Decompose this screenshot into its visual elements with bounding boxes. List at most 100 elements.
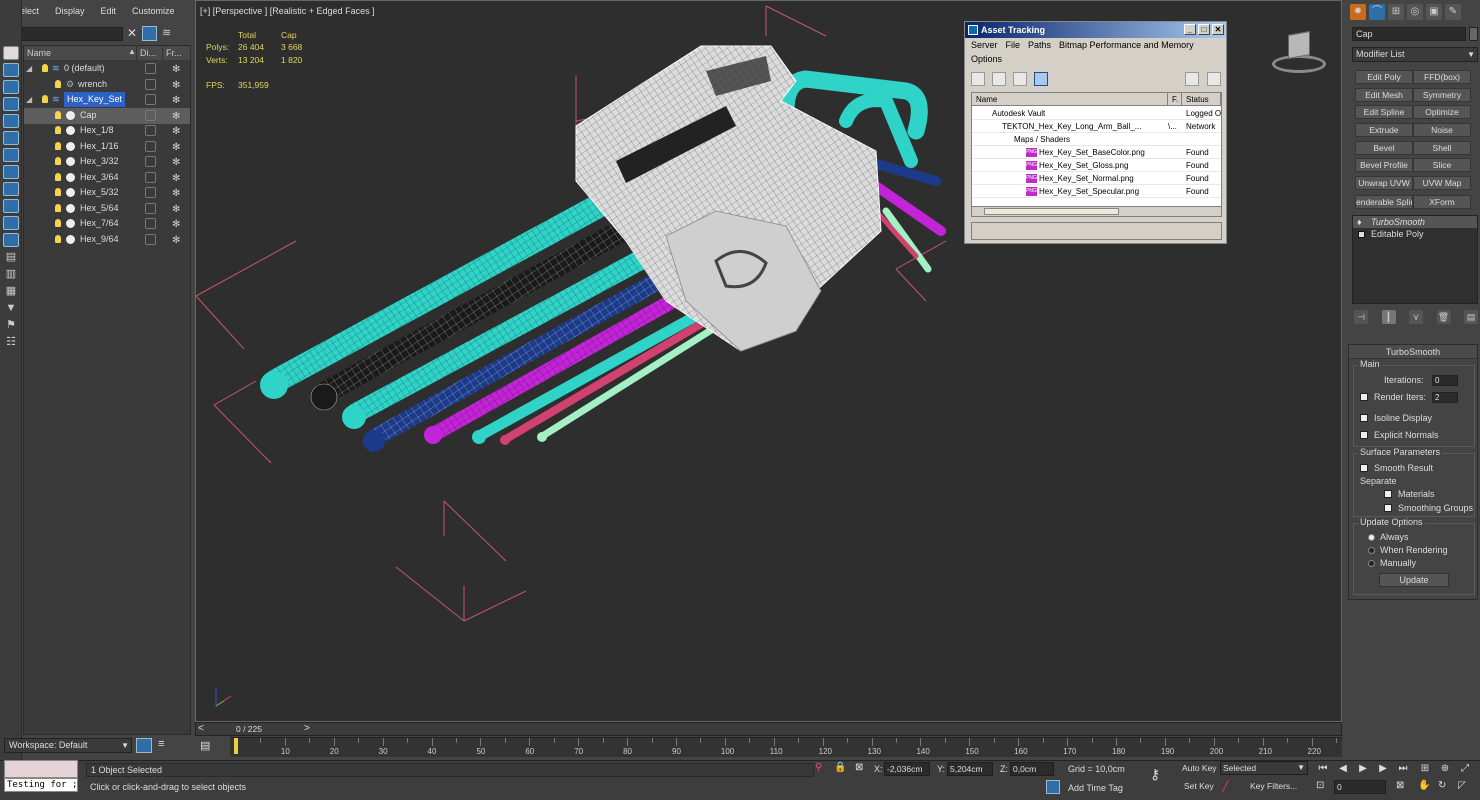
shell-button[interactable]: Shell xyxy=(1413,141,1471,155)
display-all-icon[interactable]: ▤ xyxy=(3,250,19,264)
stack-item-turbosmooth[interactable]: ♦ TurboSmooth xyxy=(1353,216,1477,228)
display-box-icon[interactable] xyxy=(145,141,156,152)
tree-row-layer-default[interactable]: ◢ ≋ 0 (default) ✻ xyxy=(24,61,190,77)
light-bulb-icon[interactable] xyxy=(55,111,61,119)
unwrap-uvw-button[interactable]: Unwrap UVW xyxy=(1355,176,1413,190)
time-config-icon[interactable]: ⊡ xyxy=(1316,780,1330,794)
menu-customize[interactable]: Customize xyxy=(132,6,175,22)
layer-explorer-icon[interactable] xyxy=(136,738,152,753)
menu-options[interactable]: Options xyxy=(971,52,1002,66)
key-icon[interactable]: ⚷ xyxy=(1150,766,1172,786)
display-box-icon[interactable] xyxy=(145,187,156,198)
always-radio[interactable] xyxy=(1368,534,1375,541)
explorer-search-input[interactable] xyxy=(7,27,123,41)
display-none-icon[interactable] xyxy=(3,46,19,60)
previous-frame-icon[interactable]: ◀ xyxy=(1336,762,1350,776)
tree-row-hex-1-16[interactable]: Hex_1/16 ✻ xyxy=(24,139,190,155)
explicit-normals-checkbox[interactable] xyxy=(1360,431,1368,439)
pin-icon[interactable]: ⚲ xyxy=(815,762,827,776)
display-frozen-icon[interactable] xyxy=(3,233,19,247)
key-mode-toggle-icon[interactable]: ⊞ xyxy=(1418,762,1432,776)
display-cameras-icon[interactable] xyxy=(3,114,19,128)
light-bulb-icon[interactable] xyxy=(55,204,61,212)
close-button[interactable]: ✕ xyxy=(1212,24,1224,35)
transform-type-in-icon[interactable]: ⊠ xyxy=(855,762,867,776)
maxscript-mini-listener[interactable]: Testing for ; xyxy=(4,778,78,792)
light-bulb-icon[interactable] xyxy=(42,95,48,103)
display-box-icon[interactable] xyxy=(145,110,156,121)
display-box-icon[interactable] xyxy=(145,125,156,136)
time-tag-icon[interactable] xyxy=(1046,780,1060,794)
minimize-button[interactable]: _ xyxy=(1184,24,1196,35)
create-tab-icon[interactable]: ✹ xyxy=(1350,4,1366,20)
light-bulb-icon[interactable] xyxy=(55,219,61,227)
hierarchy-icon[interactable]: ☷ xyxy=(3,335,19,349)
display-box-icon[interactable] xyxy=(145,156,156,167)
menu-edit[interactable]: Edit xyxy=(101,6,117,22)
object-name-field[interactable]: Cap xyxy=(1352,27,1466,41)
z-coordinate-field[interactable]: 0,0cm xyxy=(1010,762,1054,776)
light-bulb-icon[interactable] xyxy=(55,142,61,150)
tree-row-hex-7-64[interactable]: Hex_7/64 ✻ xyxy=(24,216,190,232)
configure-modifier-sets-icon[interactable]: ▤ xyxy=(1464,310,1478,324)
bevel-profile-button[interactable]: Bevel Profile xyxy=(1355,158,1413,172)
show-end-result-icon[interactable]: ┃ xyxy=(1381,310,1396,324)
freeze-icon[interactable]: ✻ xyxy=(172,109,180,124)
light-bulb-icon[interactable] xyxy=(55,157,61,165)
column-name[interactable]: Name xyxy=(972,93,1168,106)
display-shapes-icon[interactable] xyxy=(3,80,19,94)
freeze-icon[interactable]: ✻ xyxy=(172,93,180,108)
utilities-tab-icon[interactable]: ✎ xyxy=(1445,4,1461,20)
freeze-icon[interactable]: ✻ xyxy=(172,186,180,201)
add-time-tag-button[interactable]: Add Time Tag xyxy=(1068,783,1123,793)
time-configuration-icon[interactable]: ⊠ xyxy=(1396,780,1410,794)
maxscript-listener-top[interactable] xyxy=(4,760,78,778)
column-frozen[interactable]: Fr... xyxy=(163,46,191,60)
materials-checkbox[interactable] xyxy=(1384,490,1392,498)
tree-row-hex-1-8[interactable]: Hex_1/8 ✻ xyxy=(24,123,190,139)
motion-tab-icon[interactable]: ◎ xyxy=(1407,4,1423,20)
asset-path-field[interactable] xyxy=(971,222,1222,240)
asset-row-vault[interactable]: Autodesk Vault Logged O xyxy=(972,107,1221,120)
asset-row-scene-file[interactable]: TEKTON_Hex_Key_Long_Arm_Ball_... \... Ne… xyxy=(972,120,1221,133)
y-coordinate-field[interactable]: 5,204cm xyxy=(947,762,993,776)
next-frame-arrow-icon[interactable]: > xyxy=(304,723,310,734)
smooth-result-checkbox[interactable] xyxy=(1360,464,1368,472)
edit-poly-button[interactable]: Edit Poly xyxy=(1355,70,1413,84)
column-display[interactable]: Di... xyxy=(137,46,163,60)
modifier-list-dropdown[interactable]: Modifier List ▼ xyxy=(1352,47,1478,62)
column-f[interactable]: F. xyxy=(1168,93,1182,106)
tree-row-hex-5-32[interactable]: Hex_5/32 ✻ xyxy=(24,185,190,201)
layers-icon[interactable]: ≋ xyxy=(162,26,177,41)
menu-server[interactable]: Server xyxy=(971,38,998,52)
sync-selection-icon[interactable]: ⚑ xyxy=(3,318,19,332)
sort-icon[interactable]: ≡ xyxy=(158,738,172,753)
go-to-end-icon[interactable]: ⏭ xyxy=(1396,762,1410,776)
extrude-button[interactable]: Extrude xyxy=(1355,123,1413,137)
pin-stack-icon[interactable]: ⊣ xyxy=(1354,310,1368,324)
set-key-button[interactable]: Set Key xyxy=(1184,780,1214,794)
play-icon[interactable]: ▶ xyxy=(1356,762,1370,776)
tree-row-hex-3-64[interactable]: Hex_3/64 ✻ xyxy=(24,170,190,186)
display-tab-icon[interactable]: ▣ xyxy=(1426,4,1442,20)
tree-row-hex-3-32[interactable]: Hex_3/32 ✻ xyxy=(24,154,190,170)
column-name[interactable]: Name xyxy=(24,46,137,60)
freeze-icon[interactable]: ✻ xyxy=(172,124,180,139)
asset-row-normal[interactable]: PNG Hex_Key_Set_Normal.png Found xyxy=(972,172,1221,185)
track-bar[interactable]: 10 20 30 40 50 60 70 80 90 100 110 120 130 140 150 160 1… xyxy=(230,737,1342,757)
asset-tracking-window[interactable]: Asset Tracking _ □ ✕ Server File Paths B… xyxy=(964,21,1227,244)
light-bulb-icon[interactable] xyxy=(55,188,61,196)
asset-row-specular[interactable]: PNG Hex_Key_Set_Specular.png Found xyxy=(972,185,1221,198)
freeze-icon[interactable]: ✻ xyxy=(172,217,180,232)
auto-key-button[interactable]: Auto Key xyxy=(1182,762,1217,776)
tree-row-hex-9-64[interactable]: Hex_9/64 ✻ xyxy=(24,232,190,248)
display-spacewarps-icon[interactable] xyxy=(3,148,19,162)
key-filters-button[interactable]: Key Filters... xyxy=(1250,780,1297,794)
tree-row-hex-key-set[interactable]: ◢ ≋ Hex_Key_Set ✻ xyxy=(24,92,190,108)
uvw-map-button[interactable]: UVW Map xyxy=(1413,176,1471,190)
expand-box-icon[interactable] xyxy=(1358,231,1365,238)
pan-icon[interactable]: ✋ xyxy=(1418,780,1432,794)
current-frame-marker[interactable] xyxy=(234,738,238,754)
tree-row-cap[interactable]: Cap ✻ xyxy=(24,108,190,124)
maximize-viewport-icon[interactable]: ⤢ xyxy=(1458,762,1472,776)
